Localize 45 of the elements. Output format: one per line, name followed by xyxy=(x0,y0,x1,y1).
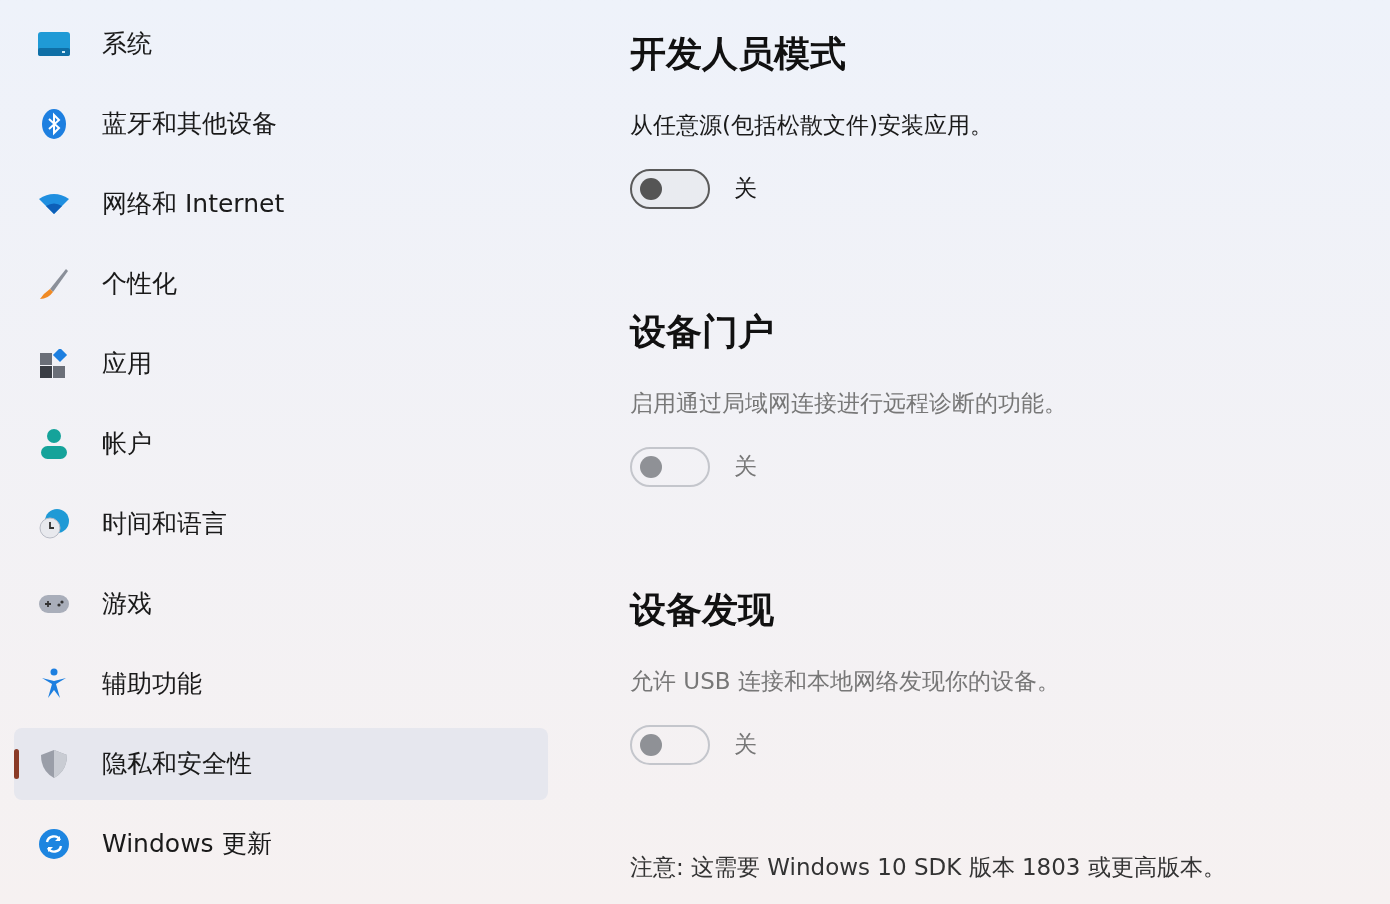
sidebar-item[interactable]: 隐私和安全性 xyxy=(14,728,548,800)
sidebar-label: 蓝牙和其他设备 xyxy=(102,108,277,141)
gamepad-icon xyxy=(38,593,70,615)
sidebar-item[interactable]: 蓝牙和其他设备 xyxy=(14,88,548,160)
toggle-state-label: 关 xyxy=(734,174,757,204)
sidebar-label: 系统 xyxy=(102,28,152,61)
section-description: 启用通过局域网连接进行远程诊断的功能。 xyxy=(630,389,1068,418)
selection-indicator xyxy=(14,749,19,779)
sidebar-label: 帐户 xyxy=(102,428,152,461)
person-icon xyxy=(40,428,68,460)
sidebar-label: 游戏 xyxy=(102,588,152,621)
apps-icon xyxy=(39,349,69,379)
toggle-state-label: 关 xyxy=(734,452,757,482)
sidebar-label: 网络和 Internet xyxy=(102,188,285,221)
sidebar-item[interactable]: 网络和 Internet xyxy=(14,168,548,240)
section-description: 允许 USB 连接和本地网络发现你的设备。 xyxy=(630,667,1061,696)
sidebar-label: Windows 更新 xyxy=(102,828,272,861)
sidebar-label: 个性化 xyxy=(102,268,177,301)
accessibility-icon xyxy=(40,668,68,700)
sidebar-item[interactable]: 个性化 xyxy=(14,248,548,320)
note-text: 注意: 这需要 Windows 10 SDK 版本 1803 或更高版本。 xyxy=(630,853,1227,882)
sidebar-label: 辅助功能 xyxy=(102,668,202,701)
sidebar-item[interactable]: Windows 更新 xyxy=(14,808,548,880)
toggle-state-label: 关 xyxy=(734,730,757,760)
section-title: 设备门户 xyxy=(630,310,775,354)
sidebar-item[interactable]: 帐户 xyxy=(14,408,548,480)
shield-icon xyxy=(40,749,68,779)
sidebar-item[interactable]: 时间和语言 xyxy=(14,488,548,560)
sidebar-label: 应用 xyxy=(102,348,152,381)
wifi-icon xyxy=(38,193,70,215)
sidebar-label: 时间和语言 xyxy=(102,508,227,541)
section-title: 设备发现 xyxy=(630,588,775,632)
brush-icon xyxy=(38,267,70,301)
sidebar-item[interactable]: 游戏 xyxy=(14,568,548,640)
monitor-icon xyxy=(37,31,71,57)
clock-globe-icon xyxy=(38,508,70,540)
sidebar-item[interactable]: 系统 xyxy=(14,8,548,80)
sidebar-item[interactable]: 辅助功能 xyxy=(14,648,548,720)
section-title: 开发人员模式 xyxy=(630,32,847,76)
sidebar-label: 隐私和安全性 xyxy=(102,748,252,781)
sync-icon xyxy=(38,828,70,860)
sidebar-item[interactable]: 应用 xyxy=(14,328,548,400)
bluetooth-icon xyxy=(41,108,67,140)
toggle-switch[interactable] xyxy=(630,168,710,209)
section-description: 从任意源(包括松散文件)安装应用。 xyxy=(630,111,994,140)
